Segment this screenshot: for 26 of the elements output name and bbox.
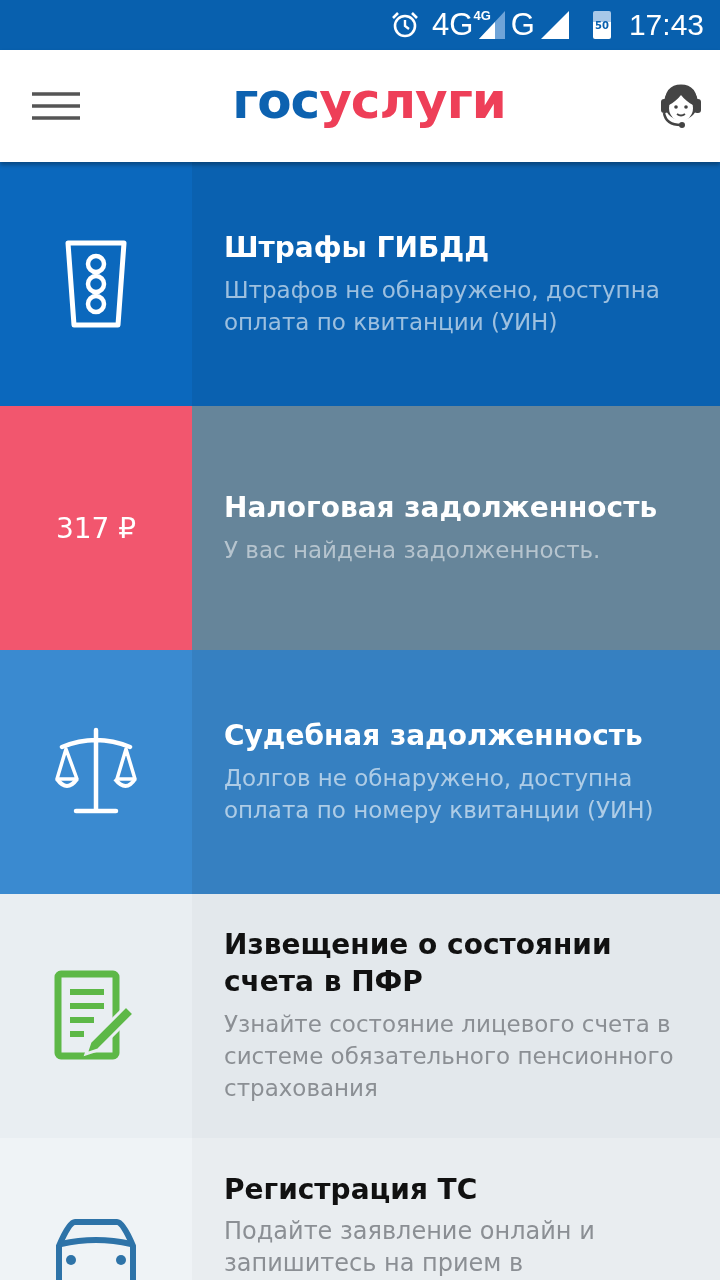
service-title: Извещение о состоянии счета в ПФР xyxy=(224,927,613,1000)
service-item[interactable]: Извещение о состоянии счета в ПФР Узнайте состояние лицевого счета в системе обязательного пенсионного страхования xyxy=(0,894,720,1138)
service-description: Долгов не обнаружено, доступна оплата по номеру квитанции (УИН) xyxy=(224,764,655,826)
service-description: У вас найдена задолженность. xyxy=(224,536,602,566)
network-label: 4G xyxy=(473,8,491,23)
signal-icon xyxy=(540,11,569,39)
service-item[interactable]: Штрафы ГИБДД Штрафов не обнаружено, доступна оплата по квитанции (УИН) xyxy=(0,162,720,406)
menu-icon xyxy=(32,91,80,121)
menu-button[interactable] xyxy=(32,91,80,121)
status-time: 17:43 xyxy=(628,8,704,42)
battery-icon: 50 xyxy=(592,11,611,39)
service-description: Штрафов не обнаружено, доступна оплата по квитанции (УИН) xyxy=(224,276,661,338)
service-title: Налоговая задолженность xyxy=(224,489,659,526)
network-label: 4G xyxy=(432,7,474,43)
service-title: Штрафы ГИБДД xyxy=(224,229,491,266)
service-item[interactable]: Регистрация ТС Подайте заявление онлайн и запишитесь на прием в xyxy=(0,1138,720,1280)
service-title: Судебная задолженность xyxy=(224,717,644,754)
traffic-light-icon xyxy=(64,239,128,329)
service-item[interactable]: Судебная задолженность Долгов не обнаружено, доступна оплата по номеру квитанции (УИН) xyxy=(0,650,720,894)
logo: госуслуги xyxy=(232,76,506,126)
service-title: Регистрация ТС xyxy=(224,1172,479,1208)
service-item[interactable]: 317 ₽ Налоговая задолженность У вас найдена задолженность. xyxy=(0,406,720,650)
service-description: Подайте заявление онлайн и запишитесь на прием в xyxy=(224,1216,596,1279)
network-label: G xyxy=(510,7,535,43)
service-description: Узнайте состояние лицевого счета в системе обязательного пенсионного страхования xyxy=(224,1010,675,1104)
debt-amount: 317 ₽ xyxy=(55,511,137,545)
